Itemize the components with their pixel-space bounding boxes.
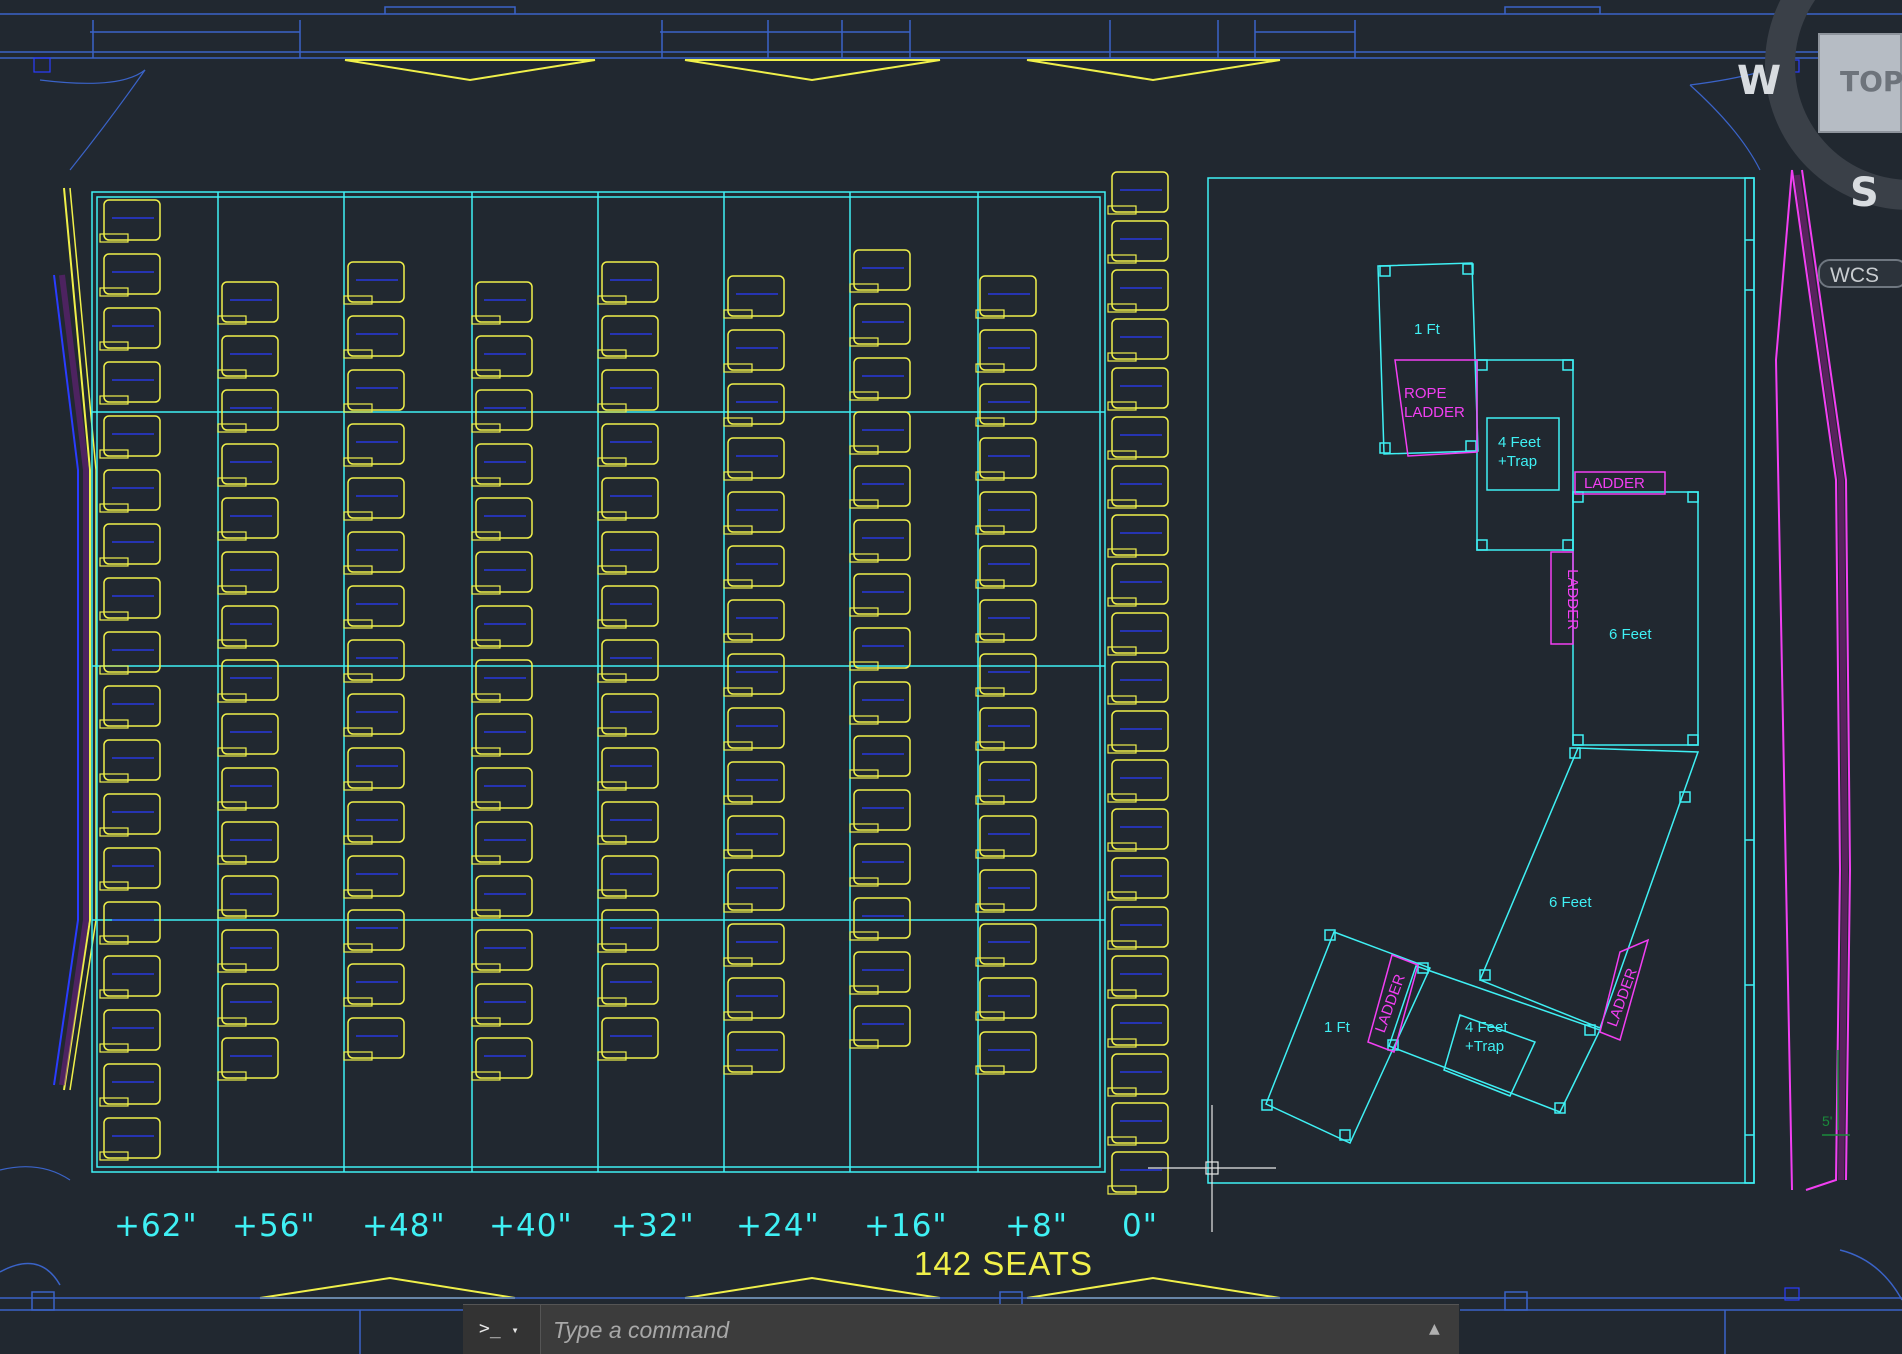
row-elevation-label: +16" (864, 1208, 948, 1244)
wcs-menu[interactable]: WCS (1818, 259, 1902, 288)
row-elevation-label: +62" (114, 1208, 198, 1244)
platform-label: 6 Feet (1549, 894, 1592, 911)
drawing-canvas[interactable] (0, 0, 1902, 1354)
ladder-label-vertical: LADDER (1563, 569, 1581, 630)
row-elevation-label: +24" (736, 1208, 820, 1244)
left-wall (53, 187, 97, 1091)
platform-label: 1 Ft (1414, 321, 1440, 338)
audience-seats (99, 171, 1169, 1195)
cursor-crosshair (1148, 1105, 1276, 1232)
platform-label: 6 Feet (1609, 626, 1652, 643)
trap-label: 4 Feet +Trap (1498, 434, 1541, 470)
top-wall (0, 6, 1902, 59)
ladder-label: LADDER (1584, 475, 1645, 492)
command-prompt-button[interactable]: >_ ▾ (463, 1305, 541, 1354)
command-line: >_ ▾ ▲ (463, 1304, 1459, 1354)
row-elevation-label: +32" (611, 1208, 695, 1244)
row-elevation-label: 0" (1122, 1208, 1158, 1244)
row-elevation-label: +56" (232, 1208, 316, 1244)
row-elevation-label: +48" (362, 1208, 446, 1244)
stage-platforms (1261, 262, 1700, 1144)
row-elevation-label: +40" (489, 1208, 573, 1244)
chevron-up-icon[interactable]: ▲ (1429, 1321, 1440, 1337)
seat-count-label: 142 SEATS (914, 1245, 1093, 1282)
viewcube-west[interactable]: W (1737, 58, 1781, 104)
trap-label: 4 Feet +Trap (1465, 1019, 1508, 1055)
rope-ladder-label: ROPE LADDER (1404, 385, 1465, 421)
viewcube-south[interactable]: S (1850, 170, 1879, 216)
door-swings (0, 57, 1800, 1301)
dimension-label: 5' (1822, 1113, 1833, 1129)
top-lighting-positions (259, 59, 1281, 1299)
right-wall (1774, 169, 1852, 1191)
chevron-down-icon: ▾ (511, 1323, 519, 1337)
platform-label: 1 Ft (1324, 1019, 1350, 1036)
command-input[interactable] (543, 1305, 1403, 1354)
viewcube-top-face[interactable]: TOP (1818, 33, 1902, 133)
row-elevation-label: +8" (1005, 1208, 1068, 1244)
